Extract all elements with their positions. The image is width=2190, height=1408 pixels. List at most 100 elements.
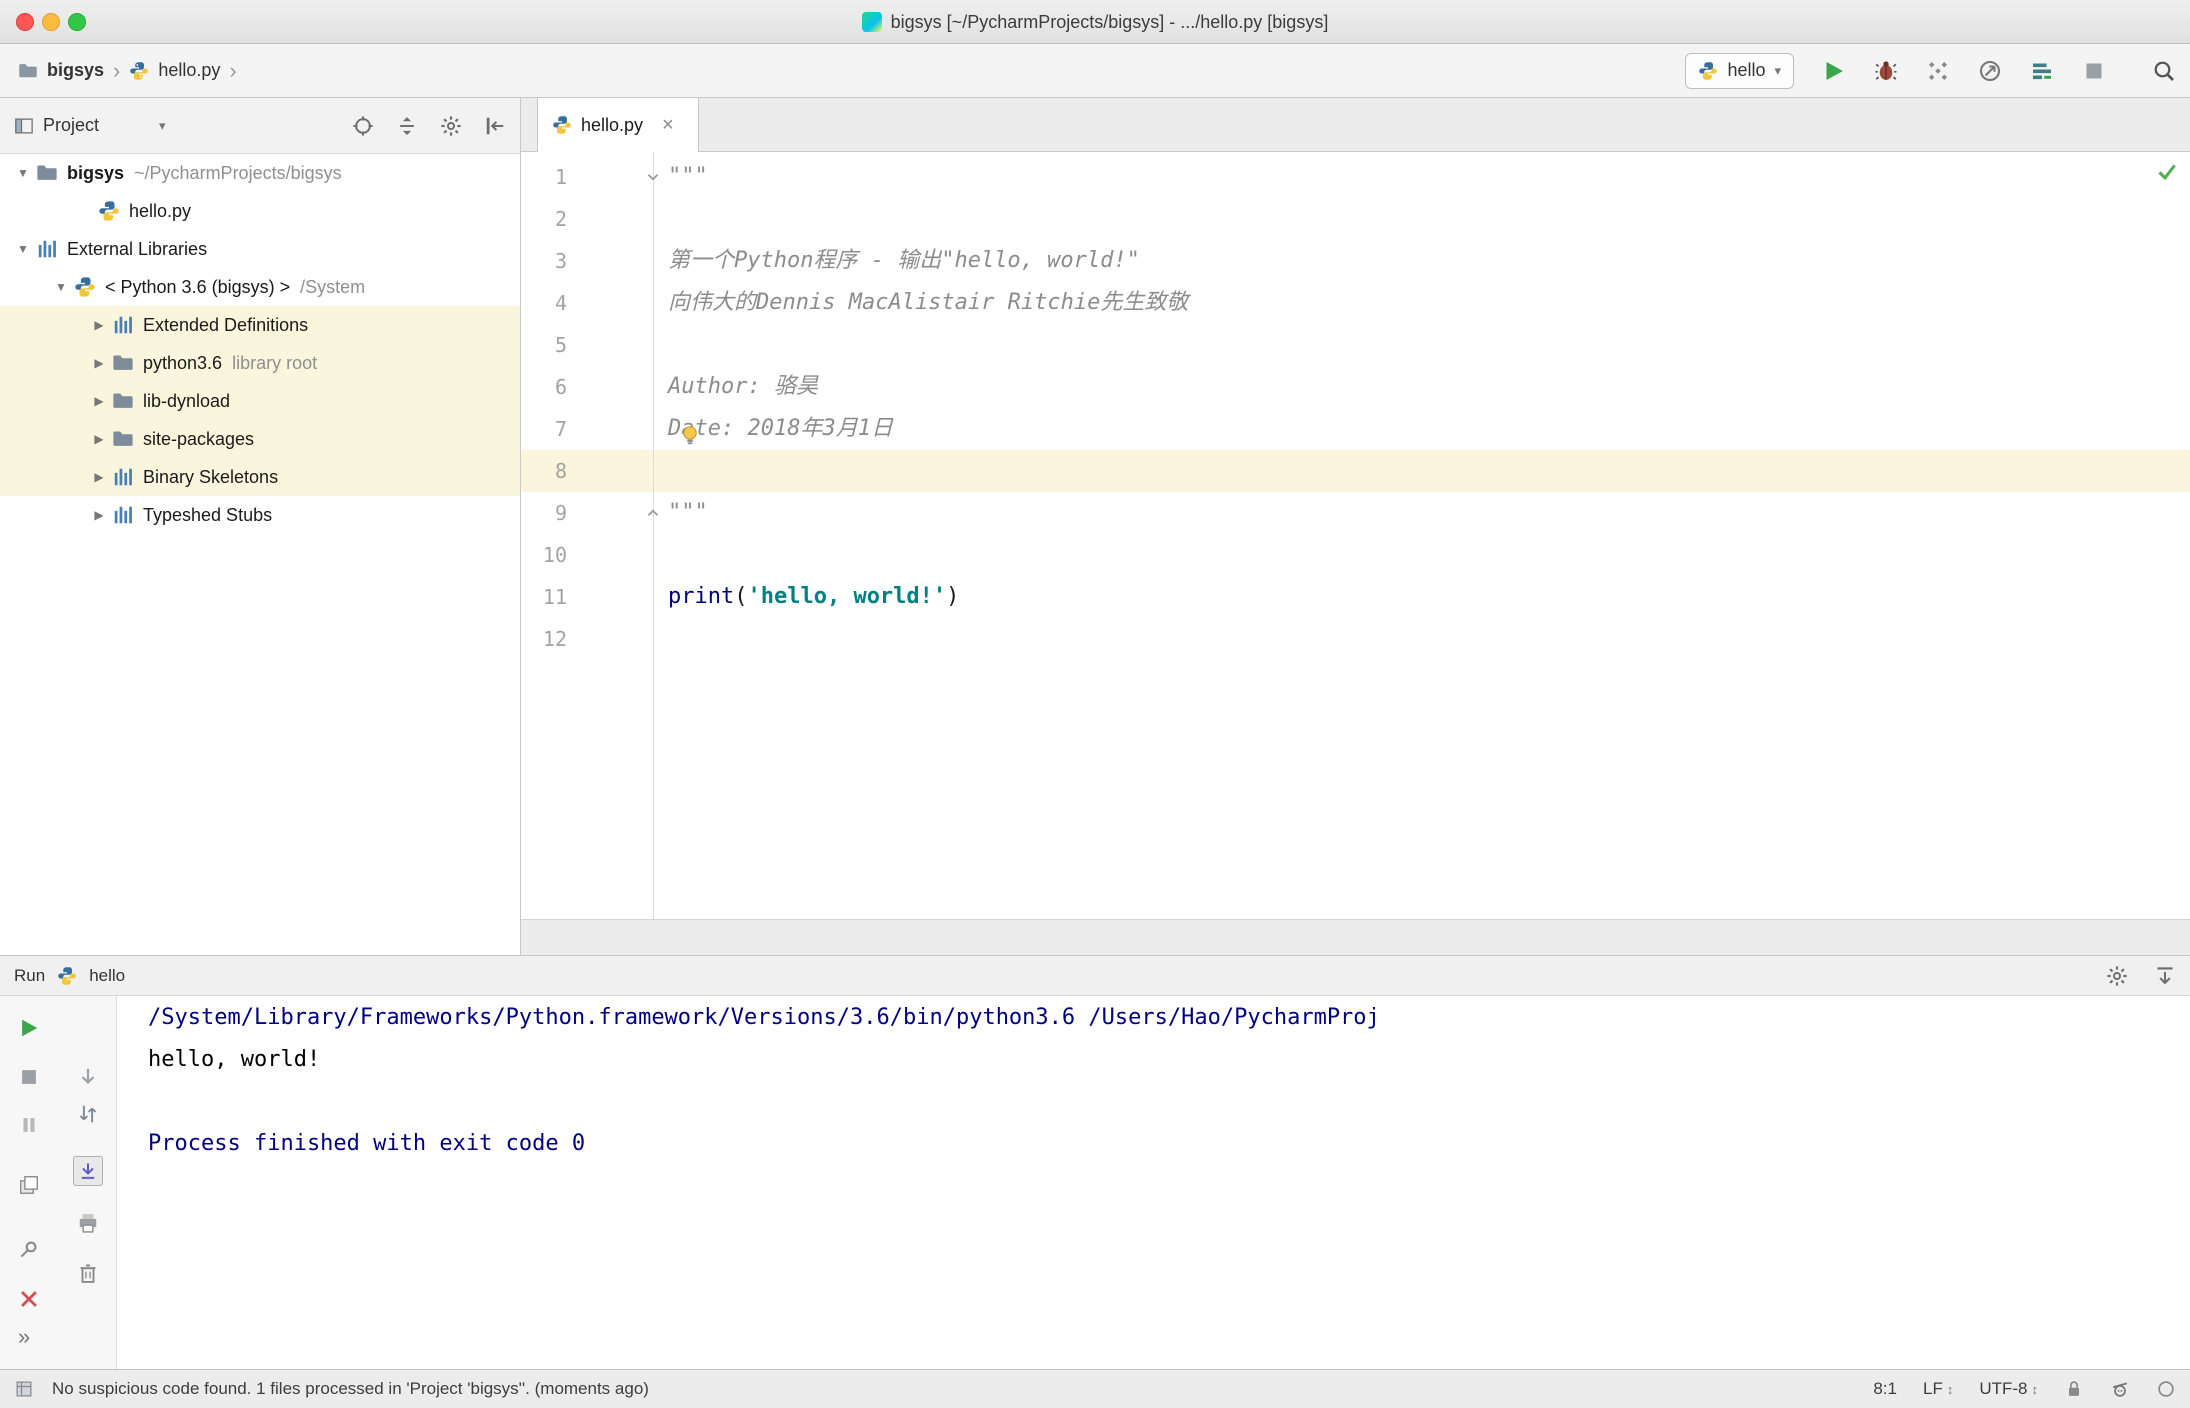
collapse-all-icon[interactable] — [396, 115, 418, 137]
expanded-arrow-icon[interactable]: ▼ — [10, 166, 36, 180]
python-file-icon — [98, 200, 120, 222]
line-number: 1 — [554, 165, 567, 189]
line-separator-widget[interactable]: LF ↕ — [1923, 1379, 1953, 1399]
expanded-arrow-icon[interactable]: ▼ — [10, 242, 36, 256]
gear-icon[interactable] — [2106, 965, 2128, 987]
code-function: print — [668, 584, 735, 609]
hide-panel-icon[interactable] — [484, 115, 506, 137]
collapsed-arrow-icon[interactable]: ▶ — [86, 432, 112, 446]
chevron-right-icon: › — [229, 57, 237, 83]
line-number: 10 — [542, 543, 567, 567]
tree-item-python-interpreter[interactable]: ▼ < Python 3.6 (bigsys) > /System — [0, 268, 520, 306]
code-docstring: 第一个Python程序 - 输出"hello, world!" — [668, 248, 1140, 273]
tree-item-typeshed-stubs[interactable]: ▶ Typeshed Stubs — [0, 496, 520, 534]
tree-item-annotation: ~/PycharmProjects/bigsys — [134, 162, 342, 183]
caret-position-widget[interactable]: 8:1 — [1873, 1379, 1897, 1399]
tab-hello-py[interactable]: hello.py × — [537, 98, 699, 152]
tree-item-label: hello.py — [129, 200, 192, 221]
tree-item-site-packages[interactable]: ▶ site-packages — [0, 420, 520, 458]
run-console[interactable]: /System/Library/Frameworks/Python.framew… — [118, 996, 2190, 1369]
python-icon — [57, 966, 77, 986]
tree-item-annotation: library root — [232, 352, 318, 373]
close-panel-button[interactable] — [18, 1288, 40, 1310]
tree-item-label: python3.6 — [143, 352, 223, 373]
collapsed-arrow-icon[interactable]: ▶ — [86, 508, 112, 522]
python-file-icon — [552, 115, 572, 135]
run-panel-title: Run — [14, 965, 46, 985]
tree-item-label: Extended Definitions — [143, 314, 309, 335]
line-number: 7 — [554, 417, 567, 441]
fold-region-end-icon[interactable] — [644, 504, 662, 522]
soft-wrap-button[interactable] — [77, 1103, 99, 1125]
tree-item-extended-definitions[interactable]: ▶ Extended Definitions — [0, 306, 520, 344]
inspections-ok-icon[interactable] — [2156, 160, 2178, 182]
collapsed-arrow-icon[interactable]: ▶ — [86, 394, 112, 408]
code-docstring: Date: 2018年3月1日 — [668, 416, 893, 441]
code-string: 'hello, world!' — [747, 584, 947, 609]
encoding-widget[interactable]: UTF-8 ↕ — [1979, 1379, 2038, 1399]
tree-item-label: Binary Skeletons — [143, 466, 279, 487]
concurrency-diagram-button[interactable] — [2030, 59, 2054, 83]
gear-icon[interactable] — [440, 115, 462, 137]
coverage-button[interactable] — [1926, 59, 1950, 83]
folder-icon — [112, 390, 134, 412]
folder-icon — [112, 428, 134, 450]
pin-tab-button[interactable] — [18, 1238, 40, 1260]
libraries-icon — [112, 504, 134, 526]
tree-item-external-libraries[interactable]: ▼ External Libraries — [0, 230, 520, 268]
python-icon — [1698, 61, 1718, 81]
tree-item-lib-dynload[interactable]: ▶ lib-dynload — [0, 382, 520, 420]
print-button[interactable] — [77, 1212, 99, 1234]
run-configuration-chooser[interactable]: hello ▾ — [1685, 52, 1794, 89]
run-tab-hello[interactable]: hello — [89, 966, 125, 986]
status-bar: No suspicious code found. 1 files proces… — [0, 1369, 2190, 1408]
line-number: 9 — [554, 501, 567, 525]
tree-item-project-root[interactable]: ▼ bigsys ~/PycharmProjects/bigsys — [0, 154, 520, 192]
event-log-icon[interactable] — [2156, 1379, 2176, 1399]
tree-item-python36[interactable]: ▶ python3.6 library root — [0, 344, 520, 382]
stop-button[interactable] — [18, 1066, 40, 1088]
chevron-right-icon: › — [113, 57, 121, 83]
locate-file-icon[interactable] — [352, 115, 374, 137]
project-tool-window: Project ▾ ▼ bigsys ~/PycharmProjects/big… — [0, 98, 521, 955]
dock-panel-icon[interactable] — [2154, 965, 2176, 987]
debug-button[interactable] — [1874, 59, 1898, 83]
code-docstring: 向伟大的Dennis MacAlistair Ritchie先生致敬 — [668, 290, 1189, 315]
more-actions-icon[interactable]: » — [18, 1324, 30, 1350]
lock-icon[interactable] — [2064, 1379, 2084, 1399]
horizontal-scrollbar[interactable] — [521, 919, 2190, 955]
collapsed-arrow-icon[interactable]: ▶ — [86, 356, 112, 370]
tree-item-hello-py[interactable]: hello.py — [0, 192, 520, 230]
stop-button[interactable] — [2082, 59, 2106, 83]
tree-item-label: Typeshed Stubs — [143, 504, 273, 525]
scroll-to-end-button[interactable] — [73, 1156, 103, 1186]
editor-area: hello.py × 1 """ 2 3 第一个Python程序 - 输出"hell… — [521, 98, 2190, 955]
run-button[interactable] — [1822, 59, 1846, 83]
profiler-button[interactable] — [1978, 59, 2002, 83]
breadcrumb-project[interactable]: bigsys — [47, 60, 104, 81]
pause-output-button[interactable] — [18, 1114, 40, 1136]
hector-inspector-icon[interactable] — [2110, 1379, 2130, 1399]
tree-item-binary-skeletons[interactable]: ▶ Binary Skeletons — [0, 458, 520, 496]
expanded-arrow-icon[interactable]: ▼ — [48, 280, 74, 294]
line-number: 6 — [554, 375, 567, 399]
close-tab-icon[interactable]: × — [662, 114, 674, 137]
chevron-down-icon[interactable]: ▾ — [159, 118, 166, 134]
search-everywhere-icon[interactable] — [2152, 59, 2176, 83]
line-number: 4 — [554, 291, 567, 315]
fold-region-start-icon[interactable] — [644, 168, 662, 186]
collapsed-arrow-icon[interactable]: ▶ — [86, 470, 112, 484]
rerun-button[interactable] — [18, 1017, 40, 1039]
restore-layout-button[interactable] — [18, 1174, 40, 1196]
collapsed-arrow-icon[interactable]: ▶ — [86, 318, 112, 332]
navigation-bar: bigsys › hello.py › hello ▾ — [0, 44, 2190, 98]
intention-bulb-icon[interactable] — [679, 424, 701, 446]
code-editor[interactable]: 1 """ 2 3 第一个Python程序 - 输出"hello, world!" … — [521, 152, 2190, 919]
project-panel-title[interactable]: Project — [43, 115, 99, 136]
breadcrumb-file[interactable]: hello.py — [158, 60, 220, 81]
console-command-line: /System/Library/Frameworks/Python.framew… — [148, 1005, 1380, 1030]
background-tasks-icon[interactable] — [14, 1379, 34, 1399]
down-stack-trace-button[interactable] — [77, 1066, 99, 1088]
libraries-icon — [112, 466, 134, 488]
clear-all-icon[interactable] — [77, 1262, 99, 1284]
